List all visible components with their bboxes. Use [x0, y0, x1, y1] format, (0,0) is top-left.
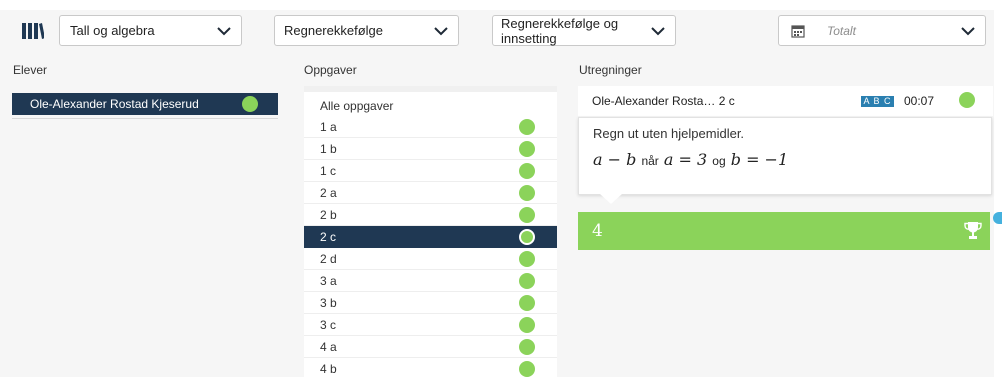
math-word-and: og	[712, 154, 726, 168]
bubble-tail	[600, 194, 622, 204]
question-bubble: Regn ut uten hjelpemidler. a − b når a =…	[578, 117, 992, 195]
calculation-student-task: Ole-Alexander Rosta… 2 c	[592, 94, 735, 108]
tasks-header: Oppgaver	[304, 63, 357, 77]
math-condition-b: b = −1	[730, 150, 789, 169]
status-dot-icon	[959, 92, 975, 108]
task-2d[interactable]: 2 d	[304, 248, 557, 270]
status-dot-icon	[519, 185, 535, 201]
tasks-list: Alle oppgaver 1 a 1 b 1 c 2 a 2 b 2 c 2 …	[304, 86, 557, 377]
task-label: Alle oppgaver	[320, 99, 394, 113]
task-label: 2 a	[320, 185, 337, 200]
tasks-list-top	[304, 86, 557, 92]
divider	[12, 118, 278, 119]
subject-select[interactable]: Tall og algebra	[59, 15, 242, 46]
student-row[interactable]: Ole-Alexander Rostad Kjeserud	[12, 93, 278, 115]
side-tab-indicator[interactable]	[993, 212, 1002, 224]
status-dot-icon	[519, 119, 535, 135]
task-label: 3 a	[320, 273, 337, 288]
math-word-when: når	[641, 154, 659, 168]
answer-text: 4	[592, 221, 603, 241]
answer-box: 4	[578, 212, 990, 250]
task-3c[interactable]: 3 c	[304, 314, 557, 336]
student-name: Ole-Alexander Rostad Kjeserud	[30, 97, 199, 111]
status-dot-icon	[519, 339, 535, 355]
task-label: 1 b	[320, 141, 337, 156]
task-1a[interactable]: 1 a	[304, 116, 557, 138]
status-dot-icon	[519, 163, 535, 179]
task-label: 3 b	[320, 295, 337, 310]
status-dot-icon	[242, 96, 258, 112]
task-1b[interactable]: 1 b	[304, 138, 557, 160]
task-label: 4 a	[320, 339, 337, 354]
status-dot-icon	[519, 295, 535, 311]
task-3a[interactable]: 3 a	[304, 270, 557, 292]
chevron-down-icon	[217, 27, 231, 36]
math-expression: a − b	[593, 150, 637, 169]
status-dot-icon	[519, 273, 535, 289]
calculation-header: Ole-Alexander Rosta… 2 c A B C 00:07	[578, 86, 993, 116]
task-label: 2 b	[320, 207, 337, 222]
period-select-placeholder: Totalt	[827, 23, 856, 38]
task-4a[interactable]: 4 a	[304, 336, 557, 358]
question-text: Regn ut uten hjelpemidler.	[593, 126, 745, 141]
calculation-time: 00:07	[904, 94, 935, 108]
status-dot-icon	[519, 141, 535, 157]
task-4b[interactable]: 4 b	[304, 358, 557, 377]
topic-select[interactable]: Regnerekkefølge	[274, 15, 459, 46]
status-dot-icon	[519, 207, 535, 223]
task-label: 4 b	[320, 361, 337, 376]
task-label: 3 c	[320, 317, 337, 332]
chevron-down-icon	[434, 27, 448, 36]
chevron-down-icon	[651, 27, 665, 36]
status-dot-icon	[519, 361, 535, 377]
calendar-icon	[791, 24, 805, 38]
subject-select-value: Tall og algebra	[70, 23, 155, 38]
task-2b[interactable]: 2 b	[304, 204, 557, 226]
task-2c[interactable]: 2 c	[304, 226, 557, 248]
topic-select-value: Regnerekkefølge	[284, 23, 383, 38]
task-label: 2 d	[320, 251, 337, 266]
task-label: 1 a	[320, 119, 337, 134]
status-dot-icon	[519, 251, 535, 267]
math-condition-a: a = 3	[663, 150, 708, 169]
task-label: 1 c	[320, 163, 337, 178]
question-math: a − b når a = 3 og b = −1	[593, 150, 788, 169]
task-all[interactable]: Alle oppgaver	[304, 94, 557, 118]
task-3b[interactable]: 3 b	[304, 292, 557, 314]
status-dot-icon	[519, 317, 535, 333]
calculations-header: Utregninger	[579, 63, 642, 77]
subtopic-select-value: Regnerekkefølge og innsetting	[501, 15, 619, 46]
task-1c[interactable]: 1 c	[304, 160, 557, 182]
library-books-icon[interactable]	[22, 21, 44, 39]
trophy-icon	[964, 222, 982, 239]
chevron-down-icon	[961, 27, 975, 36]
status-dot-icon	[519, 229, 535, 245]
task-label: 2 c	[320, 230, 337, 244]
task-2a[interactable]: 2 a	[304, 182, 557, 204]
subtopic-select[interactable]: Regnerekkefølge og innsetting	[492, 15, 676, 46]
period-select[interactable]: Totalt	[778, 15, 986, 46]
input-mode-badge: A B C	[861, 96, 894, 107]
students-header: Elever	[13, 63, 48, 77]
